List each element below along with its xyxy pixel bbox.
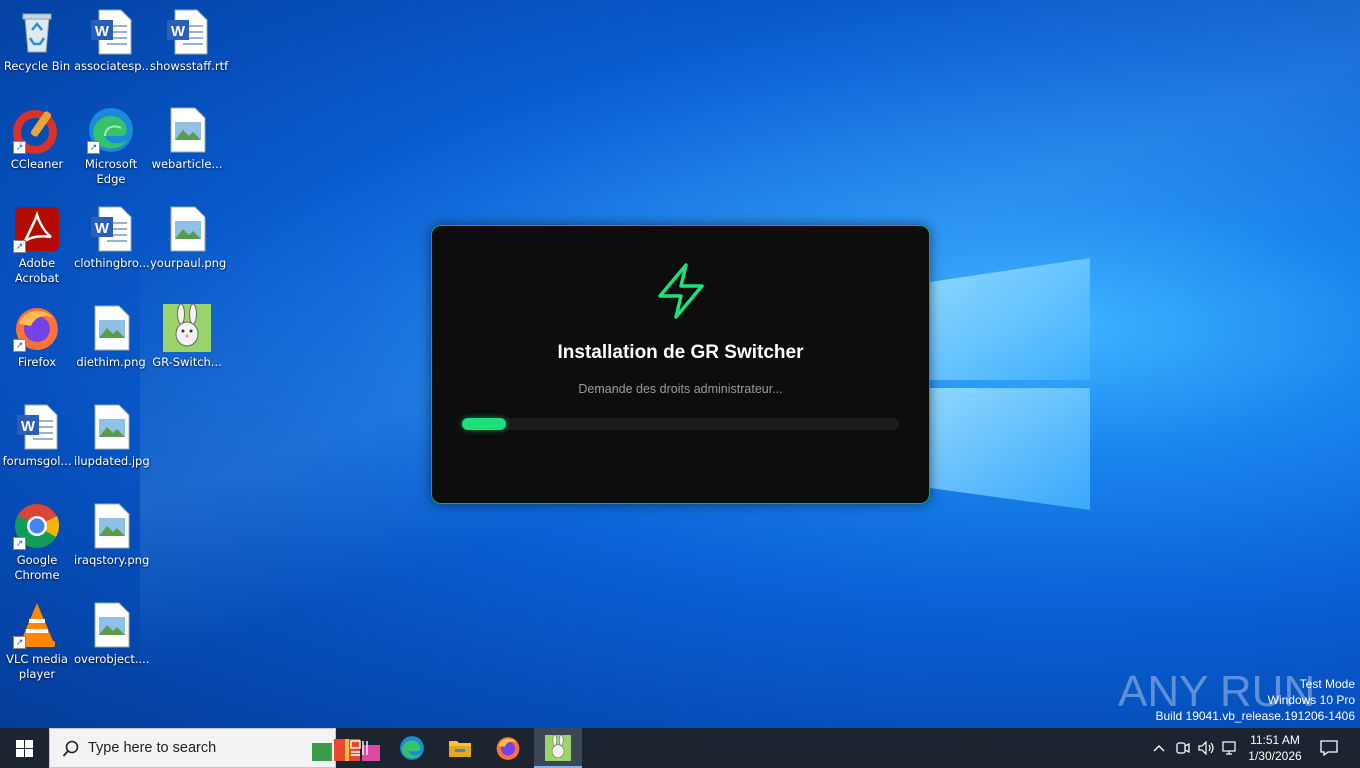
desktop-icon-iraqstory[interactable]: iraqstory.png: [74, 502, 150, 568]
desktop-icon-label: ilupdated.jpg: [74, 454, 150, 468]
desktop-icon-webarticle[interactable]: webarticle...: [150, 106, 224, 172]
taskbar-file-explorer-button[interactable]: [438, 728, 482, 768]
firefox-icon: [496, 737, 520, 760]
svg-text:W: W: [171, 23, 186, 40]
tray-network-button[interactable]: [1220, 728, 1242, 768]
desktop-icon-label: webarticle...: [151, 157, 223, 171]
network-icon: [1222, 741, 1236, 755]
recycle-bin-icon: [13, 8, 61, 56]
word-doc-icon: W: [87, 205, 135, 253]
task-view-button[interactable]: [340, 728, 380, 768]
desktop-icon-label: diethim.png: [76, 355, 146, 369]
dialog-title: Installation de GR Switcher: [557, 342, 804, 363]
edge-icon: [400, 736, 424, 760]
svg-text:W: W: [21, 418, 36, 435]
desktop-icon-adobe-acrobat[interactable]: ↗ Adobe Acrobat: [0, 205, 74, 286]
word-doc-icon: W: [13, 403, 61, 451]
watermark-test-mode: Test Mode: [1299, 677, 1355, 691]
action-center-button[interactable]: [1312, 728, 1346, 768]
image-file-icon: [87, 403, 135, 451]
installer-dialog: Installation de GR Switcher Demande des …: [431, 225, 930, 504]
tray-meet-now-button[interactable]: [1172, 728, 1194, 768]
desktop-icon-label: showsstaff.rtf: [150, 59, 229, 73]
notification-icon: [1320, 740, 1338, 756]
desktop-icon-yourpaul[interactable]: yourpaul.png: [150, 205, 227, 271]
desktop-icon-forumsgol[interactable]: W forumsgol...: [0, 403, 74, 469]
image-file-icon: [163, 205, 211, 253]
chrome-icon: ↗: [13, 502, 61, 550]
tray-volume-button[interactable]: [1196, 728, 1218, 768]
desktop-icon-label: yourpaul.png: [150, 256, 227, 270]
desktop-icon-ilupdated[interactable]: ilupdated.jpg: [74, 403, 150, 469]
taskbar-firefox-button[interactable]: [486, 728, 530, 768]
windows-start-icon: [15, 739, 33, 757]
desktop-icon-label: associatesp...: [74, 59, 153, 73]
meet-now-icon: [1176, 742, 1190, 754]
desktop-icon-label: Google Chrome: [14, 553, 60, 582]
desktop-icon-google-chrome[interactable]: ↗ Google Chrome: [0, 502, 74, 583]
desktop-icon-showsstaff[interactable]: W showsstaff.rtf: [150, 8, 229, 74]
desktop-icon-label: Adobe Acrobat: [14, 256, 60, 285]
taskbar: Type here to search 11:51 AM 1/30/2026: [0, 728, 1360, 768]
desktop-icon-label: Microsoft Edge: [84, 157, 138, 186]
watermark-build: Build 19041.vb_release.191206-1406: [1155, 709, 1356, 723]
firefox-icon: ↗: [13, 304, 61, 352]
watermark-edition: Windows 10 Pro: [1267, 693, 1355, 707]
desktop-icon-label: GR-Switch...: [152, 355, 222, 369]
dialog-status-text: Demande des droits administrateur...: [578, 382, 783, 396]
desktop-icon-gr-switcher[interactable]: GR-Switch...: [150, 303, 224, 370]
lightning-bolt-icon: [658, 263, 704, 319]
desktop-icon-diethim[interactable]: diethim.png: [74, 304, 148, 370]
taskbar-gr-switcher-button[interactable]: [534, 728, 582, 768]
progress-fill: [462, 418, 506, 430]
desktop-icon-vlc[interactable]: ↗ VLC media player: [0, 601, 74, 682]
desktop-icon-ccleaner[interactable]: ↗ CCleaner: [0, 106, 74, 172]
svg-text:W: W: [95, 23, 110, 40]
progress-track: [462, 418, 899, 430]
clock-date: 1/30/2026: [1248, 749, 1302, 763]
start-button[interactable]: [0, 728, 48, 768]
desktop-icon-firefox[interactable]: ↗ Firefox: [0, 304, 74, 370]
gr-switcher-icon: [545, 735, 571, 761]
task-view-icon: [350, 740, 368, 756]
desktop-icon-label: CCleaner: [10, 157, 64, 171]
show-hidden-icons-button[interactable]: [1148, 728, 1170, 768]
desktop-icon-microsoft-edge[interactable]: ↗ Microsoft Edge: [74, 106, 148, 187]
taskbar-search-box[interactable]: Type here to search: [49, 728, 380, 768]
chevron-up-icon: [1153, 745, 1165, 752]
desktop-icon-label: forumsgol...: [2, 454, 72, 468]
search-placeholder: Type here to search: [88, 740, 217, 756]
desktop-icon-label: Recycle Bin: [3, 59, 71, 73]
file-explorer-icon: [449, 741, 471, 757]
desktop-icon-label: clothingbro...: [74, 256, 150, 270]
image-file-icon: [87, 601, 135, 649]
taskbar-clock[interactable]: 11:51 AM 1/30/2026: [1244, 728, 1306, 768]
acrobat-icon: ↗: [13, 205, 61, 253]
word-doc-icon: W: [163, 8, 211, 56]
word-doc-icon: W: [87, 8, 135, 56]
search-icon: [62, 740, 79, 757]
desktop-icon-label: iraqstory.png: [74, 553, 150, 567]
speaker-icon: [1198, 741, 1214, 755]
clock-time: 11:51 AM: [1250, 733, 1300, 747]
desktop-icon-label: Firefox: [17, 355, 57, 369]
desktop-icon-associatesp[interactable]: W associatesp...: [74, 8, 153, 74]
taskbar-edge-button[interactable]: [390, 728, 434, 768]
desktop-icon-label: overobject....: [74, 652, 150, 666]
desktop-icon-recycle-bin[interactable]: Recycle Bin: [0, 8, 74, 74]
vlc-icon: ↗: [13, 601, 61, 649]
desktop-icon-label: VLC media player: [6, 652, 68, 681]
desktop-icon-overobject[interactable]: overobject....: [74, 601, 150, 667]
image-file-icon: [87, 502, 135, 550]
ccleaner-icon: ↗: [13, 106, 61, 154]
image-file-icon: [87, 304, 135, 352]
windows-watermark: Test Mode Windows 10 Pro Build 19041.vb_…: [1156, 676, 1356, 724]
gr-switcher-icon: [163, 303, 211, 352]
desktop: Recycle Bin ↗ CCleaner ↗ Adobe Acrobat ↗…: [0, 0, 1360, 728]
image-file-icon: [163, 106, 211, 154]
desktop-icon-clothingbro[interactable]: W clothingbro...: [74, 205, 150, 271]
svg-text:W: W: [95, 220, 110, 237]
edge-icon: ↗: [87, 106, 135, 154]
